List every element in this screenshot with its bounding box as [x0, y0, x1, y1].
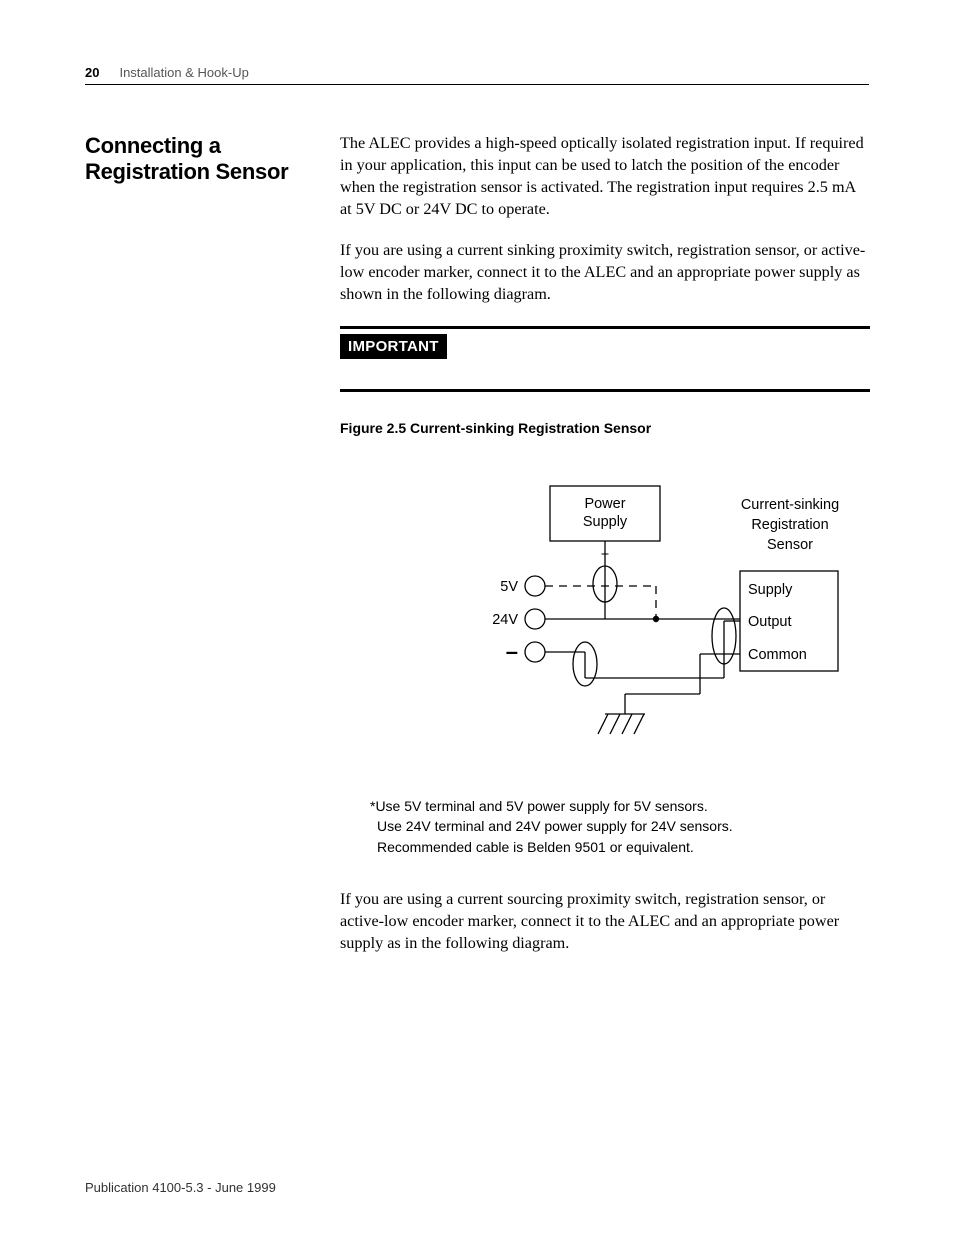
label-sensor2: Registration [751, 517, 828, 533]
label-sensor1: Current-sinking [741, 497, 839, 513]
note-1: *Use 5V terminal and 5V power supply for… [370, 796, 870, 816]
wiring-diagram: Power Supply + Current-sinking Registrat… [340, 476, 870, 766]
label-output: Output [748, 614, 792, 630]
label-supply2: Supply [748, 582, 793, 598]
left-margin-column: Connecting a Registration Sensor [85, 133, 320, 974]
label-24v: 24V [492, 612, 518, 628]
page-container: 20 Installation & Hook-Up Connecting a R… [0, 0, 954, 1235]
section-heading: Connecting a Registration Sensor [85, 133, 320, 186]
content-columns: Connecting a Registration Sensor The ALE… [85, 133, 869, 974]
paragraph-3: If you are using a current sourcing prox… [340, 889, 870, 955]
paragraph-2: If you are using a current sinking proxi… [340, 240, 870, 306]
body-column: The ALEC provides a high-speed optically… [340, 133, 870, 974]
label-power: Power [584, 496, 625, 512]
figure-notes: *Use 5V terminal and 5V power supply for… [370, 796, 870, 857]
note-3: Recommended cable is Belden 9501 or equi… [377, 837, 870, 857]
label-sensor3: Sensor [767, 537, 813, 553]
page-number: 20 [85, 65, 99, 80]
label-minus: – [506, 639, 518, 664]
paragraph-1: The ALEC provides a high-speed optically… [340, 133, 870, 220]
label-5v: 5V [500, 579, 518, 595]
running-header: 20 Installation & Hook-Up [85, 65, 869, 85]
figure-caption: Figure 2.5 Current-sinking Registration … [340, 420, 870, 436]
label-supply: Supply [583, 514, 628, 530]
publication-footer: Publication 4100-5.3 - June 1999 [85, 1180, 276, 1195]
chapter-title: Installation & Hook-Up [119, 65, 248, 80]
important-label: IMPORTANT [340, 334, 447, 359]
label-common: Common [748, 647, 807, 663]
note-2: Use 24V terminal and 24V power supply fo… [377, 816, 870, 836]
important-callout: IMPORTANT [340, 326, 870, 392]
